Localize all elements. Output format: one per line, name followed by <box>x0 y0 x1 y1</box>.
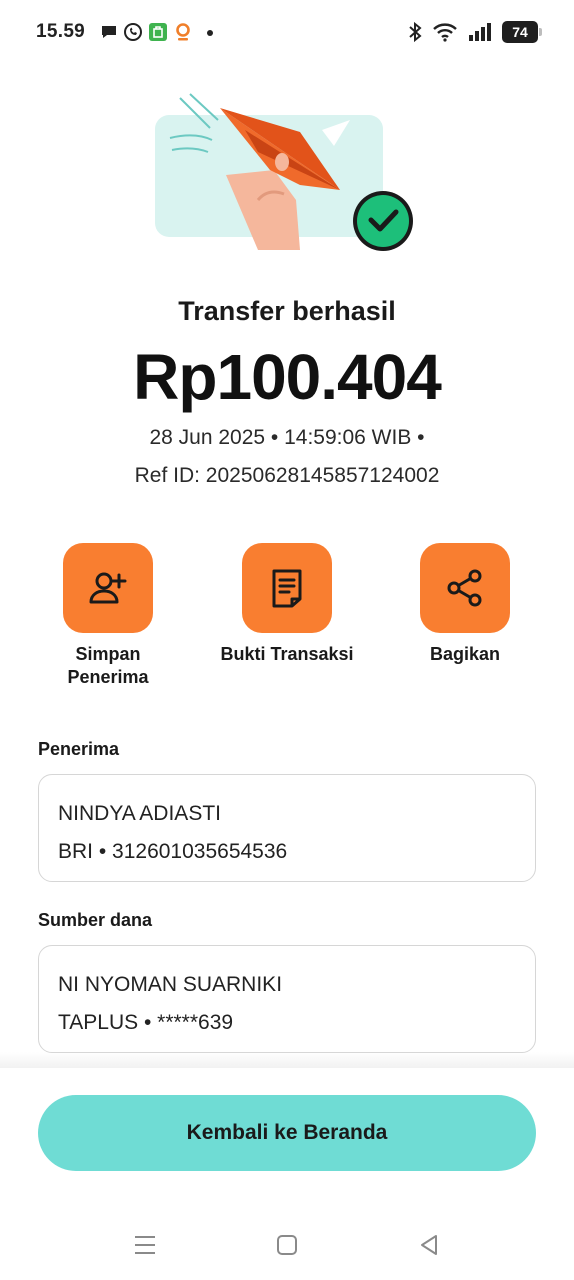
chat-bubble-icon <box>102 26 116 38</box>
transfer-amount: Rp100.404 <box>133 341 442 413</box>
save-recipient-button[interactable]: Simpan Penerima <box>28 543 188 689</box>
source-section-label: Sumber dana <box>38 910 153 930</box>
recipient-section-label: Penerima <box>38 739 120 759</box>
receipt-document-icon <box>272 569 302 608</box>
status-time: 15.59 <box>36 21 86 42</box>
transfer-ref-id: Ref ID: 20250628145857124002 <box>134 464 440 487</box>
share-icon-tile[interactable] <box>420 543 510 633</box>
transaction-receipt-button[interactable]: Bukti Transaksi <box>207 543 367 666</box>
transaction-receipt-label: Bukti Transaksi <box>220 644 354 664</box>
bluetooth-icon <box>409 21 422 43</box>
back-to-home-button[interactable]: Kembali ke Beranda <box>38 1095 536 1171</box>
share-icon <box>447 569 482 607</box>
save-recipient-label: Simpan Penerima <box>28 643 188 689</box>
home-nav-icon[interactable] <box>274 1232 300 1258</box>
dot-icon <box>207 30 213 36</box>
save-recipient-label-line2: Penerima <box>67 667 149 687</box>
location-pin-icon <box>176 23 190 41</box>
status-bar: 15.59 74 <box>0 0 574 64</box>
transaction-receipt-icon-tile[interactable] <box>242 543 332 633</box>
source-card: NI NYOMAN SUARNIKI TAPLUS • *****639 <box>38 945 536 1053</box>
transfer-datetime: 28 Jun 2025 • 14:59:06 WIB • <box>149 426 425 449</box>
transfer-status-title: Transfer berhasil <box>178 296 396 326</box>
add-user-icon <box>89 572 127 604</box>
status-right-icons: 74 <box>408 20 542 44</box>
signal-icon <box>469 23 491 41</box>
source-name: NI NYOMAN SUARNIKI <box>58 973 283 996</box>
recipient-account: BRI • 312601035654536 <box>58 840 288 863</box>
wifi-icon <box>433 23 457 42</box>
paper-plane-illustration <box>155 93 413 251</box>
menu-nav-icon[interactable] <box>132 1232 158 1258</box>
recipient-name: NINDYA ADIASTI <box>58 802 221 825</box>
source-account: TAPLUS • *****639 <box>58 1011 234 1034</box>
battery-level: 74 <box>512 24 528 40</box>
save-recipient-label-line1: Simpan <box>75 644 141 664</box>
recipient-card: NINDYA ADIASTI BRI • 312601035654536 <box>38 774 536 882</box>
save-recipient-icon-tile[interactable] <box>63 543 153 633</box>
shopping-bag-icon <box>149 23 167 41</box>
battery-icon: 74 <box>502 21 542 43</box>
whatsapp-icon <box>124 23 142 41</box>
back-nav-icon[interactable] <box>416 1232 442 1258</box>
system-navigation-bar <box>0 1210 574 1280</box>
share-button[interactable]: Bagikan <box>385 543 545 666</box>
share-label: Bagikan <box>429 644 501 664</box>
